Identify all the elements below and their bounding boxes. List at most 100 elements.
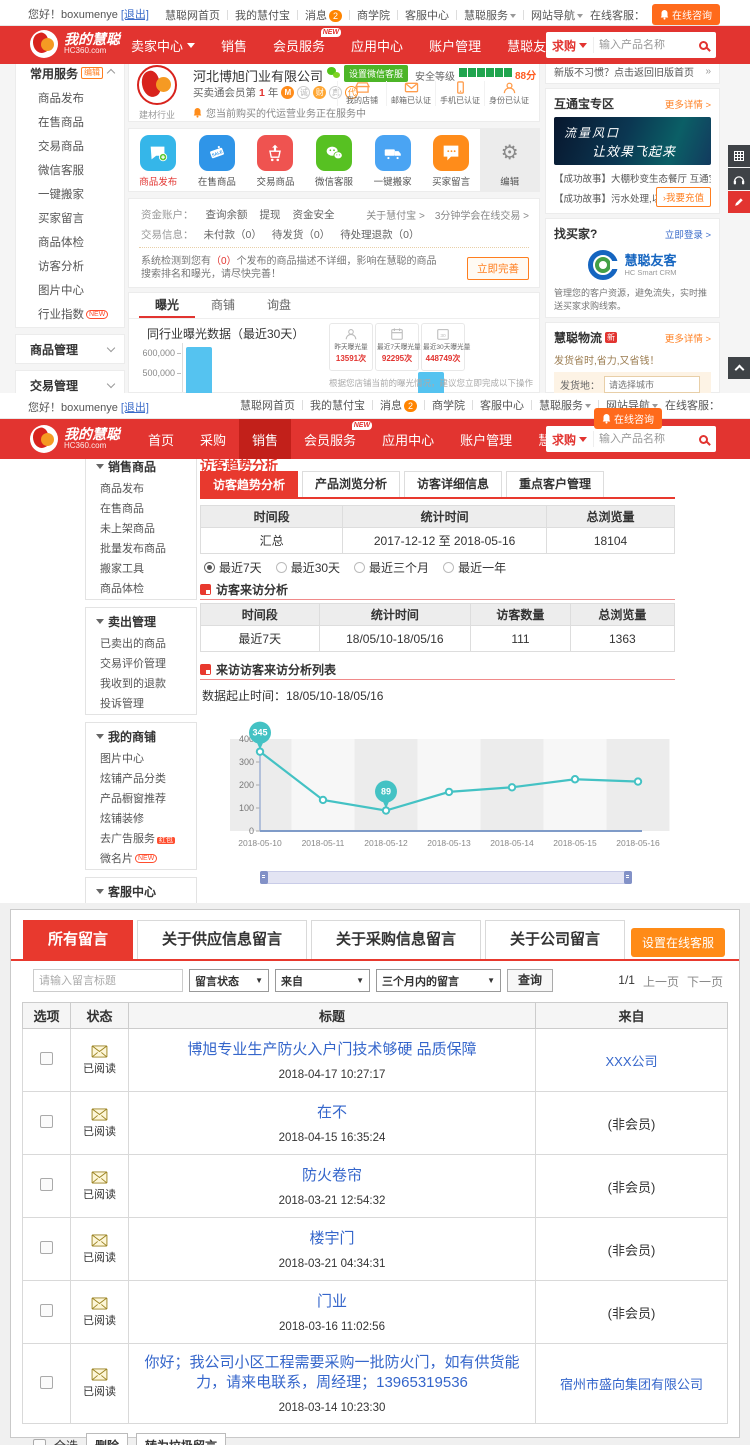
tab-purchase-messages[interactable]: 关于采购信息留言 bbox=[311, 920, 481, 959]
sidebar-item-image-center[interactable]: 图片中心 bbox=[16, 279, 124, 303]
topbar-link-service-center[interactable]: 客服中心 bbox=[405, 7, 449, 23]
sidebar-item-checkup[interactable]: 商品体检 bbox=[16, 231, 124, 255]
sidebar-item-buyer-messages[interactable]: 买家留言 bbox=[16, 207, 124, 231]
next-page-link[interactable]: 下一页 bbox=[687, 973, 723, 990]
tab-inquiry[interactable]: 询盘 bbox=[251, 293, 307, 318]
message-from-0[interactable]: XXX公司 bbox=[605, 1054, 657, 1069]
nav-membership[interactable]: 会员服务NEW bbox=[291, 419, 369, 459]
sidebar-item[interactable]: 交易评价管理 bbox=[86, 654, 196, 674]
feedback-pencil-icon[interactable] bbox=[728, 191, 750, 213]
story-link-1[interactable]: 【成功故事】大棚秒变生态餐厅 互通宝带你... bbox=[554, 171, 711, 185]
radio-3months[interactable]: 最近三个月 bbox=[354, 559, 429, 576]
fund-security-link[interactable]: 资金安全 bbox=[293, 207, 335, 222]
message-title-link[interactable]: 楼宇门 bbox=[129, 1229, 535, 1249]
sidebar-item[interactable]: 我收到的退款 bbox=[86, 674, 196, 694]
sidebar-item[interactable]: 搬家工具 bbox=[86, 559, 196, 579]
app-trade-goods[interactable]: 交易商品 bbox=[246, 129, 305, 191]
sidebar-item[interactable]: 未上架商品 bbox=[86, 519, 196, 539]
search-input[interactable] bbox=[594, 39, 690, 51]
message-title-link[interactable]: 防火卷帘 bbox=[129, 1166, 535, 1186]
nav-app-center[interactable]: 应用中心 bbox=[369, 419, 447, 459]
identity-verified-link[interactable]: 身份已认证 bbox=[484, 81, 533, 106]
nav-sales[interactable]: 销售 bbox=[208, 26, 260, 64]
slider-handle-right[interactable] bbox=[624, 871, 632, 884]
online-consult-button[interactable]: 在线咨询 bbox=[652, 4, 720, 25]
phone-verified-link[interactable]: 手机已认证 bbox=[435, 81, 484, 106]
row-checkbox[interactable] bbox=[40, 1178, 53, 1191]
slider-handle-left[interactable] bbox=[260, 871, 268, 884]
search-input[interactable] bbox=[594, 433, 690, 445]
tab-product-views[interactable]: 产品浏览分析 bbox=[302, 471, 400, 499]
mark-spam-button[interactable]: 转为垃圾留言 bbox=[136, 1433, 226, 1445]
to-ship-link[interactable]: 待发货（0） bbox=[272, 227, 330, 242]
row-checkbox[interactable] bbox=[40, 1304, 53, 1317]
withdraw-link[interactable]: 提现 bbox=[260, 207, 281, 222]
sidebar-item[interactable]: 图片中心 bbox=[86, 749, 196, 769]
topbar-link-sitemap[interactable]: 网站导航 bbox=[531, 7, 583, 23]
sidebar-item-micro-card[interactable]: 微名片NEW bbox=[86, 849, 196, 869]
edit-badge[interactable]: 编辑 bbox=[81, 67, 103, 79]
app-wechat-service[interactable]: 微信客服 bbox=[305, 129, 364, 191]
nav-app-center[interactable]: 应用中心 bbox=[338, 26, 416, 64]
login-now-link[interactable]: 立即登录 > bbox=[665, 227, 711, 241]
online-consult-button[interactable]: 在线咨询 bbox=[594, 408, 662, 429]
logistics-more-link[interactable]: 更多详情 > bbox=[665, 331, 711, 345]
nav-membership[interactable]: 会员服务NEW bbox=[260, 26, 338, 64]
sidebar-item[interactable]: 炫铺装修 bbox=[86, 809, 196, 829]
sidebar-item[interactable]: 批量发布商品 bbox=[86, 539, 196, 559]
sidebar-item-industry-index[interactable]: 行业指数NEW bbox=[16, 303, 124, 327]
sidebar-item-wechat-service[interactable]: 微信客服 bbox=[16, 159, 124, 183]
app-onsale[interactable]: SALE 在售商品 bbox=[188, 129, 247, 191]
topbar-link-home[interactable]: 慧聪网首页 bbox=[240, 397, 295, 413]
app-mover[interactable]: 一键搬家 bbox=[363, 129, 422, 191]
nav-account[interactable]: 账户管理 bbox=[447, 419, 525, 459]
sidebar-item[interactable]: 已卖出的商品 bbox=[86, 634, 196, 654]
set-online-service-button[interactable]: 设置在线客服 bbox=[631, 928, 725, 957]
prev-page-link[interactable]: 上一页 bbox=[643, 973, 679, 990]
my-shop-link[interactable]: 我的店铺 bbox=[337, 81, 386, 106]
topbar-link-school[interactable]: 商学院 bbox=[357, 7, 390, 23]
sidebar-item[interactable]: 在售商品 bbox=[86, 499, 196, 519]
message-title-link[interactable]: 门业 bbox=[129, 1292, 535, 1312]
recharge-button[interactable]: ›我要充值 bbox=[656, 187, 711, 207]
sidebar-item-mover[interactable]: 一键搬家 bbox=[16, 183, 124, 207]
app-edit[interactable]: ⚙ 编辑 bbox=[480, 129, 539, 191]
hc360-logo[interactable]: 我的慧聪 HC360.com bbox=[30, 425, 120, 453]
tab-all-messages[interactable]: 所有留言 bbox=[23, 920, 133, 959]
tab-company-messages[interactable]: 关于公司留言 bbox=[485, 920, 625, 959]
topbar-link-messages[interactable]: 消息2 bbox=[380, 397, 417, 413]
status-select[interactable]: 留言状态▼ bbox=[189, 969, 269, 992]
back-to-top-button[interactable] bbox=[728, 357, 750, 379]
topbar-link-messages[interactable]: 消息2 bbox=[305, 7, 342, 23]
topbar-link-hc-service[interactable]: 慧聪服务 bbox=[464, 7, 516, 23]
message-from-5[interactable]: 宿州市盛向集团有限公司 bbox=[560, 1377, 703, 1392]
sidebar-item-visitor-analysis[interactable]: 访客分析 bbox=[16, 255, 124, 279]
tab-visitor-trend[interactable]: 访客趋势分析 bbox=[200, 471, 298, 499]
message-title-link[interactable]: 在不 bbox=[129, 1103, 535, 1123]
radio-1year[interactable]: 最近一年 bbox=[443, 559, 506, 576]
sidebar-item-publish[interactable]: 商品发布 bbox=[16, 87, 124, 111]
qr-widget-icon[interactable] bbox=[728, 145, 750, 167]
nav-sales[interactable]: 销售 bbox=[239, 419, 291, 459]
stat-30days[interactable]: 30 最近30天曝光量 448749次 bbox=[421, 323, 465, 371]
tab-supply-messages[interactable]: 关于供应信息留言 bbox=[137, 920, 307, 959]
radio-7days[interactable]: 最近7天 bbox=[204, 559, 262, 576]
app-publish[interactable]: 商品发布 bbox=[129, 129, 188, 191]
sidebar-item[interactable]: 炫铺产品分类 bbox=[86, 769, 196, 789]
nav-seller-center[interactable]: 卖家中心 bbox=[118, 26, 208, 64]
query-button[interactable]: 查询 bbox=[507, 969, 553, 992]
unpaid-link[interactable]: 未付款（0） bbox=[204, 227, 262, 242]
row-checkbox[interactable] bbox=[40, 1052, 53, 1065]
logout-link[interactable]: [退出] bbox=[121, 402, 149, 414]
nav-home[interactable]: 首页 bbox=[135, 419, 187, 459]
topbar-link-huifubao[interactable]: 我的慧付宝 bbox=[235, 7, 290, 23]
learn-trade-link[interactable]: 3分钟学会在线交易 > bbox=[435, 207, 529, 222]
group-my-shop[interactable]: 我的商铺 bbox=[86, 723, 196, 749]
group-sold-mgmt[interactable]: 卖出管理 bbox=[86, 608, 196, 634]
sidebar-group-trade-mgmt[interactable]: 交易管理 bbox=[16, 371, 124, 393]
message-title-link[interactable]: 你好；我公司小区工程需要采购一批防火门，如有供货能力，请来电联系，周经理；139… bbox=[129, 1353, 535, 1393]
period-select[interactable]: 三个月内的留言▼ bbox=[376, 969, 501, 992]
nav-purchase[interactable]: 采购 bbox=[187, 419, 239, 459]
hutongbao-banner[interactable]: 流量风口 让效果飞起来 bbox=[554, 117, 711, 165]
sidebar-item-onsale[interactable]: 在售商品 bbox=[16, 111, 124, 135]
